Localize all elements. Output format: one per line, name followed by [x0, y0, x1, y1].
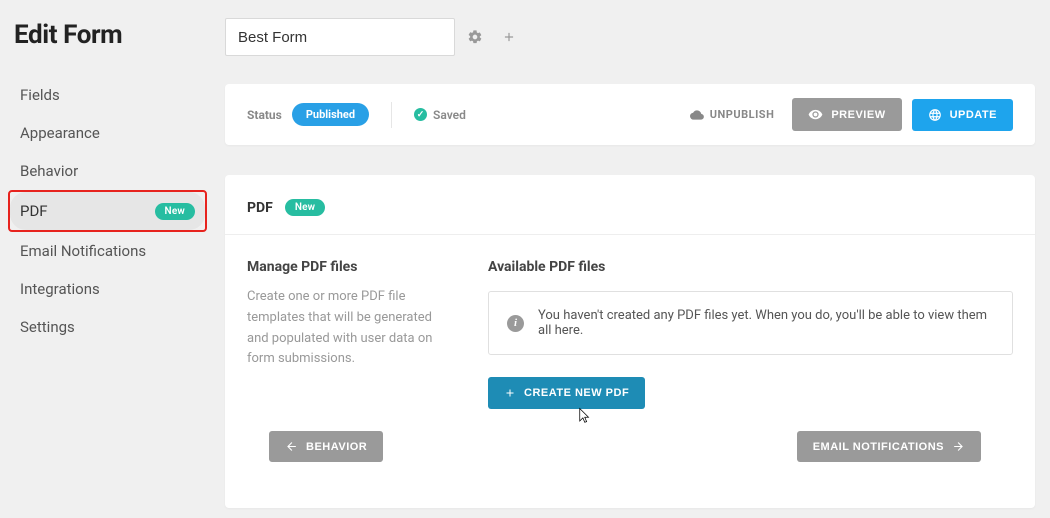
sidebar-item-label: Fields	[20, 86, 60, 104]
arrow-right-icon	[952, 440, 965, 453]
manage-section: Manage PDF files Create one or more PDF …	[247, 259, 452, 409]
empty-message: You haven't created any PDF files yet. W…	[538, 308, 994, 338]
sidebar-item-appearance[interactable]: Appearance	[10, 114, 205, 152]
panel-body: Manage PDF files Create one or more PDF …	[247, 235, 1013, 409]
gear-icon[interactable]	[461, 23, 489, 51]
new-badge: New	[285, 199, 325, 216]
manage-heading: Manage PDF files	[247, 259, 452, 275]
divider	[391, 102, 392, 128]
next-label: EMAIL NOTIFICATIONS	[813, 441, 944, 453]
sidebar-item-label: Settings	[20, 318, 75, 336]
sidebar-item-settings[interactable]: Settings	[10, 308, 205, 346]
plus-icon[interactable]	[495, 23, 523, 51]
sidebar-item-label: Appearance	[20, 124, 100, 142]
create-new-pdf-label: CREATE NEW PDF	[524, 387, 629, 399]
available-section: Available PDF files i You haven't create…	[488, 259, 1013, 409]
prev-behavior-button[interactable]: BEHAVIOR	[269, 431, 383, 462]
sidebar-item-label: Integrations	[20, 280, 100, 298]
update-button[interactable]: UPDATE	[912, 99, 1013, 131]
empty-state: i You haven't created any PDF files yet.…	[488, 291, 1013, 355]
check-icon: ✓	[414, 108, 427, 121]
page-title: Edit Form	[10, 18, 205, 76]
plus-icon	[504, 387, 516, 399]
sidebar-item-fields[interactable]: Fields	[10, 76, 205, 114]
unpublish-label: UNPUBLISH	[710, 108, 775, 121]
sidebar-item-behavior[interactable]: Behavior	[10, 152, 205, 190]
form-name-input[interactable]	[225, 18, 455, 56]
status-badge: Published	[292, 103, 369, 126]
globe-icon	[928, 108, 942, 122]
sidebar-highlight: PDF New	[8, 190, 207, 232]
preview-button[interactable]: PREVIEW	[792, 98, 901, 131]
arrow-left-icon	[285, 440, 298, 453]
available-heading: Available PDF files	[488, 259, 1013, 275]
panel-title: PDF	[247, 200, 273, 216]
pdf-panel: PDF New Manage PDF files Create one or m…	[225, 175, 1035, 508]
sidebar-item-pdf[interactable]: PDF New	[10, 192, 205, 230]
topbar: Status Published ✓ Saved UNPUBLISH PREVI…	[225, 84, 1035, 145]
create-new-pdf-button[interactable]: CREATE NEW PDF	[488, 377, 645, 409]
footer-nav: BEHAVIOR EMAIL NOTIFICATIONS	[247, 409, 1013, 484]
prev-label: BEHAVIOR	[306, 441, 367, 453]
sidebar-item-integrations[interactable]: Integrations	[10, 270, 205, 308]
eye-icon	[808, 107, 823, 122]
status-label: Status	[247, 108, 282, 122]
sidebar-item-label: Behavior	[20, 162, 78, 180]
sidebar-item-email-notifications[interactable]: Email Notifications	[10, 232, 205, 270]
sidebar-item-label: Email Notifications	[20, 242, 146, 260]
panel-head: PDF New	[247, 189, 1013, 234]
unpublish-button[interactable]: UNPUBLISH	[690, 108, 775, 122]
info-icon: i	[507, 315, 524, 332]
update-label: UPDATE	[950, 109, 997, 121]
form-name-bar	[225, 18, 1035, 56]
next-email-notifications-button[interactable]: EMAIL NOTIFICATIONS	[797, 431, 981, 462]
new-badge: New	[155, 203, 195, 220]
cloud-icon	[690, 108, 704, 122]
manage-description: Create one or more PDF file templates th…	[247, 287, 452, 370]
main: Status Published ✓ Saved UNPUBLISH PREVI…	[215, 0, 1050, 518]
sidebar-item-label: PDF	[20, 202, 48, 220]
saved-label: Saved	[433, 108, 466, 122]
saved-indicator: ✓ Saved	[414, 108, 466, 122]
sidebar: Edit Form Fields Appearance Behavior PDF…	[0, 0, 215, 518]
preview-label: PREVIEW	[831, 109, 885, 121]
sidebar-list: Fields Appearance Behavior PDF New Email…	[10, 76, 205, 346]
